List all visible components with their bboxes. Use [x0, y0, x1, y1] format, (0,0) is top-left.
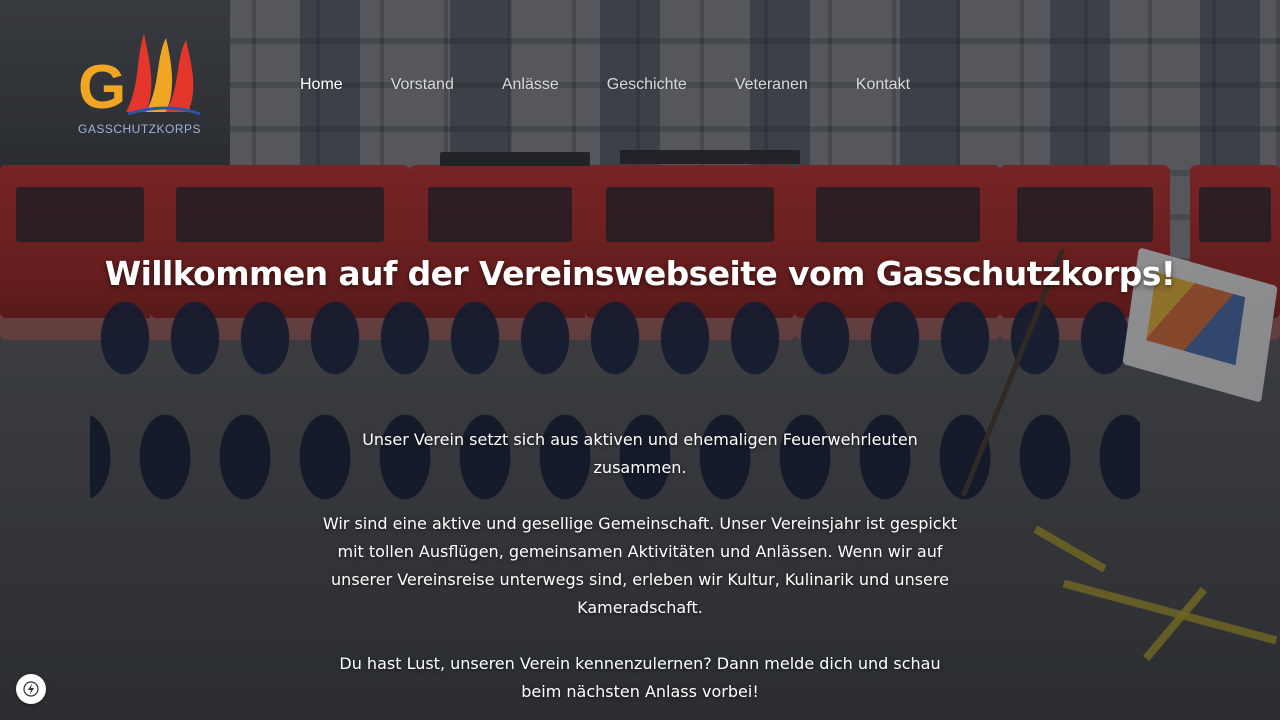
bolt-badge-button[interactable]	[16, 674, 46, 704]
site-logo[interactable]: G GASSCHUTZKORPS	[78, 32, 203, 142]
intro-paragraph: Du hast Lust, unseren Verein kennenzuler…	[339, 654, 941, 701]
nav-item-home[interactable]: Home	[300, 76, 343, 94]
nav-item-vorstand[interactable]: Vorstand	[391, 76, 454, 94]
nav-item-veteranen[interactable]: Veteranen	[735, 76, 808, 94]
logo-text: GASSCHUTZKORPS	[78, 122, 202, 136]
main-navigation: Home Vorstand Anlässe Geschichte Veteran…	[300, 76, 910, 94]
intro-text: Unser Verein setzt sich aus aktiven und …	[320, 426, 960, 720]
hero-section: G GASSCHUTZKORPS Home Vorstand Anlässe G…	[0, 0, 1280, 720]
gasschutzkorps-logo-icon: G	[78, 34, 201, 122]
svg-text:G: G	[78, 53, 126, 122]
intro-paragraph: Unser Verein setzt sich aus aktiven und …	[362, 430, 918, 477]
lightning-bolt-icon	[23, 681, 39, 697]
nav-item-anlaesse[interactable]: Anlässe	[502, 76, 559, 94]
page-title: Willkommen auf der Vereinswebseite vom G…	[104, 254, 1176, 293]
nav-item-geschichte[interactable]: Geschichte	[607, 76, 687, 94]
intro-paragraph: Wir sind eine aktive und gesellige Gemei…	[322, 514, 958, 617]
nav-item-kontakt[interactable]: Kontakt	[856, 76, 910, 94]
